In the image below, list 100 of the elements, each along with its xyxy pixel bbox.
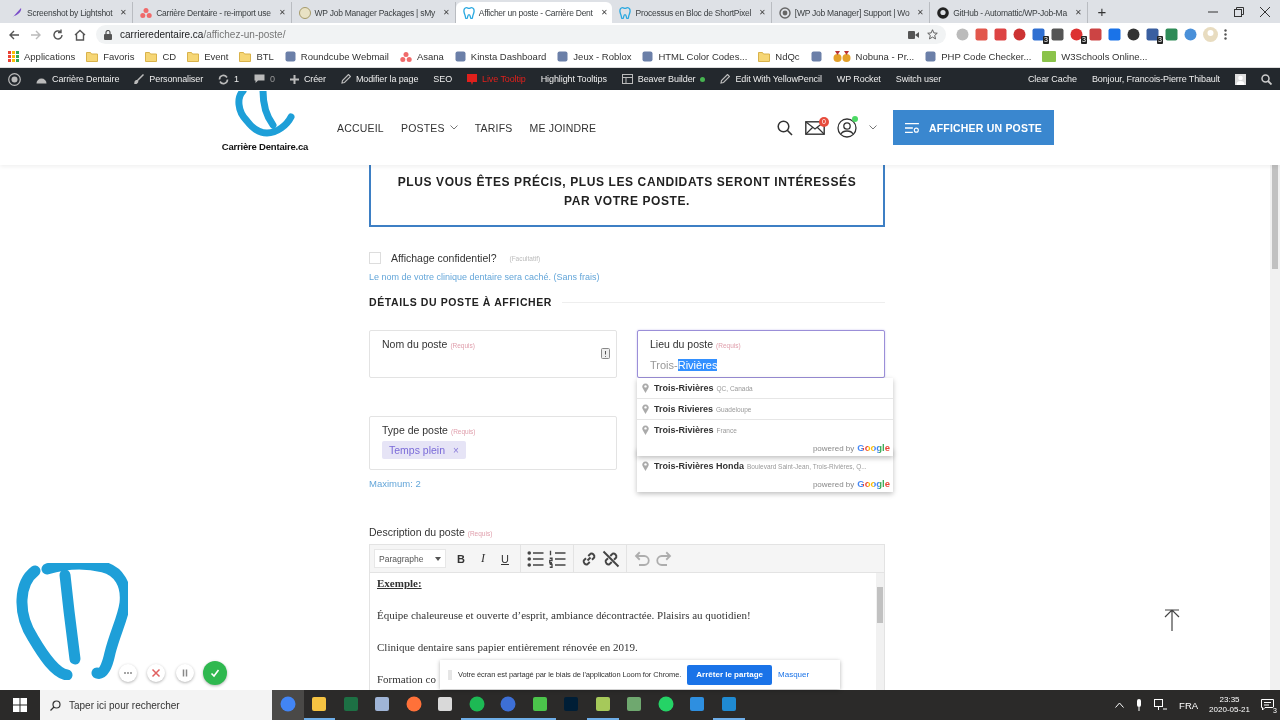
- home-icon[interactable]: [74, 28, 86, 41]
- chevron-up-icon[interactable]: [1115, 702, 1125, 708]
- admin-bar-item[interactable]: Switch user: [895, 74, 942, 84]
- account-menu[interactable]: Bonjour, Francois-Pierre Thibault: [1091, 74, 1220, 84]
- caret-icon[interactable]: [869, 125, 877, 130]
- hide-link[interactable]: Masquer: [778, 670, 810, 679]
- browser-tab[interactable]: Processus en Bloc de ShortPixel ✕: [612, 2, 772, 23]
- address-bar[interactable]: carrieredentaire.ca/affichez-un-poste/: [96, 25, 946, 44]
- feather-icon: [11, 6, 23, 19]
- italic-button[interactable]: I: [474, 549, 492, 568]
- browser-tab[interactable]: Screenshot by Lightshot ✕: [4, 2, 134, 23]
- close-tab-button[interactable]: ✕: [1074, 8, 1082, 17]
- menu-icon[interactable]: [1224, 29, 1227, 40]
- close-tab-button[interactable]: ✕: [759, 8, 766, 17]
- underline-button[interactable]: U: [496, 549, 514, 568]
- search-field[interactable]: Taper ici pour rechercher: [40, 690, 272, 720]
- bookmark[interactable]: Nobuna - Pr...: [832, 50, 915, 63]
- microphone-icon[interactable]: [1135, 699, 1144, 711]
- restore-icon[interactable]: [1234, 6, 1244, 17]
- bookmark[interactable]: PHP Code Checker...: [925, 51, 1032, 62]
- admin-bar-item[interactable]: Edit With YellowPencil: [720, 74, 822, 84]
- network-icon[interactable]: [1154, 699, 1169, 711]
- bookmark[interactable]: BTL: [239, 51, 274, 62]
- scrollbar-thumb[interactable]: [877, 587, 883, 623]
- admin-bar-item[interactable]: 0: [253, 74, 275, 84]
- close-tab-button[interactable]: ✕: [120, 8, 128, 17]
- admin-bar-item[interactable]: Personnaliser: [134, 74, 204, 84]
- confirm-button[interactable]: [203, 661, 227, 685]
- bookmark[interactable]: W3Schools Online...: [1042, 51, 1148, 62]
- close-icon[interactable]: [1260, 6, 1270, 17]
- stop-sharing-button[interactable]: Arrêter le partage: [687, 664, 772, 685]
- nav-link[interactable]: ACCUEIL: [337, 121, 384, 134]
- new-tab-button[interactable]: +: [1097, 3, 1107, 20]
- extension-icon[interactable]: [1070, 28, 1083, 41]
- close-button[interactable]: [147, 664, 165, 682]
- admin-bar-item[interactable]: Carrière Dentaire: [36, 74, 120, 84]
- bookmark[interactable]: Jeux - Roblox: [557, 51, 632, 62]
- tag-chip[interactable]: Temps plein ×: [382, 441, 466, 459]
- bullet-list-icon[interactable]: [527, 549, 545, 568]
- close-tab-button[interactable]: ✕: [443, 8, 450, 17]
- mail-icon[interactable]: [805, 120, 825, 135]
- unlink-icon[interactable]: [602, 549, 620, 568]
- extension-icon[interactable]: [1051, 28, 1064, 41]
- extension-icon[interactable]: [1127, 28, 1140, 41]
- bookmark[interactable]: NdQc: [758, 51, 800, 62]
- star-icon[interactable]: [927, 29, 938, 40]
- browser-tab[interactable]: Afficher un poste - Carrière Dent ✕: [455, 2, 613, 23]
- user-icon[interactable]: [837, 117, 857, 138]
- numbered-list-icon[interactable]: [549, 549, 567, 568]
- close-tab-button[interactable]: ✕: [600, 8, 608, 17]
- arrow-up-icon[interactable]: [1164, 609, 1180, 631]
- notifications-icon[interactable]: [1261, 699, 1274, 711]
- extension-icon[interactable]: [1032, 28, 1045, 41]
- back-icon[interactable]: [8, 28, 20, 41]
- bookmark[interactable]: HTML Color Codes...: [642, 51, 748, 62]
- admin-bar-item[interactable]: 1: [218, 73, 239, 85]
- wordpress-icon[interactable]: [8, 72, 21, 86]
- logo-text[interactable]: Carrière Dentaire.ca: [221, 141, 309, 152]
- checkbox[interactable]: [369, 252, 381, 264]
- close-tab-button[interactable]: ✕: [917, 8, 925, 17]
- pause-button[interactable]: [176, 664, 194, 682]
- admin-bar-item[interactable]: Clear Cache: [1027, 74, 1077, 84]
- camera-icon[interactable]: [908, 30, 919, 39]
- reload-icon[interactable]: [52, 28, 64, 41]
- browser-tab[interactable]: [WP Job Manager] Support | Wo ✕: [771, 2, 931, 23]
- browser-tab[interactable]: WP Job Manager Packages | sMy ✕: [291, 2, 456, 23]
- avatar-icon[interactable]: [1235, 73, 1246, 85]
- clock-date[interactable]: 2020-05-21: [1209, 705, 1250, 715]
- browser-tab[interactable]: Carrière Dentaire - re-import use ✕: [133, 2, 292, 23]
- bookmark[interactable]: Kinsta Dashboard: [454, 51, 547, 62]
- windows-icon[interactable]: [13, 698, 27, 712]
- bookmark[interactable]: Favoris: [86, 51, 135, 62]
- bookmark[interactable]: CD: [145, 51, 177, 62]
- post-job-button[interactable]: AFFICHER UN POSTE: [893, 110, 1054, 145]
- admin-bar-item[interactable]: Créer: [289, 74, 326, 84]
- bookmark[interactable]: Roundcube Webmail: [284, 51, 389, 62]
- admin-bar-item[interactable]: Modifier la page: [340, 74, 419, 84]
- page-scrollbar[interactable]: [1270, 165, 1280, 690]
- admin-bar-item[interactable]: SEO: [433, 74, 453, 84]
- admin-bar-item[interactable]: Beaver Builder: [621, 74, 706, 84]
- admin-bar-item[interactable]: WP Rocket: [836, 74, 881, 84]
- bookmark[interactable]: Applications: [8, 51, 76, 62]
- bookmark-icon[interactable]: [810, 51, 822, 62]
- clock-time[interactable]: 23:35: [1219, 695, 1240, 705]
- bookmark[interactable]: Asana: [399, 50, 444, 63]
- scrollbar-thumb[interactable]: [1272, 165, 1278, 269]
- card-icon[interactable]: [601, 348, 610, 359]
- nav-link[interactable]: TARIFS: [474, 121, 513, 134]
- bold-button[interactable]: B: [452, 549, 470, 568]
- format-dropdown[interactable]: Paragraphe: [374, 549, 446, 568]
- nav-link[interactable]: POSTES: [400, 121, 458, 134]
- nav-link[interactable]: ME JOINDRE: [529, 121, 597, 134]
- extension-icon[interactable]: [1146, 28, 1159, 41]
- admin-bar-item[interactable]: Highlight Tooltips: [540, 74, 607, 84]
- language-indicator[interactable]: FRA: [1179, 699, 1199, 711]
- browser-tab[interactable]: GitHub - Automattic/WP-Job-Ma ✕: [930, 2, 1088, 23]
- close-tab-button[interactable]: ✕: [278, 8, 286, 17]
- bookmark[interactable]: Event: [187, 51, 229, 62]
- search-icon[interactable]: [777, 119, 793, 136]
- search-icon[interactable]: [1261, 73, 1272, 85]
